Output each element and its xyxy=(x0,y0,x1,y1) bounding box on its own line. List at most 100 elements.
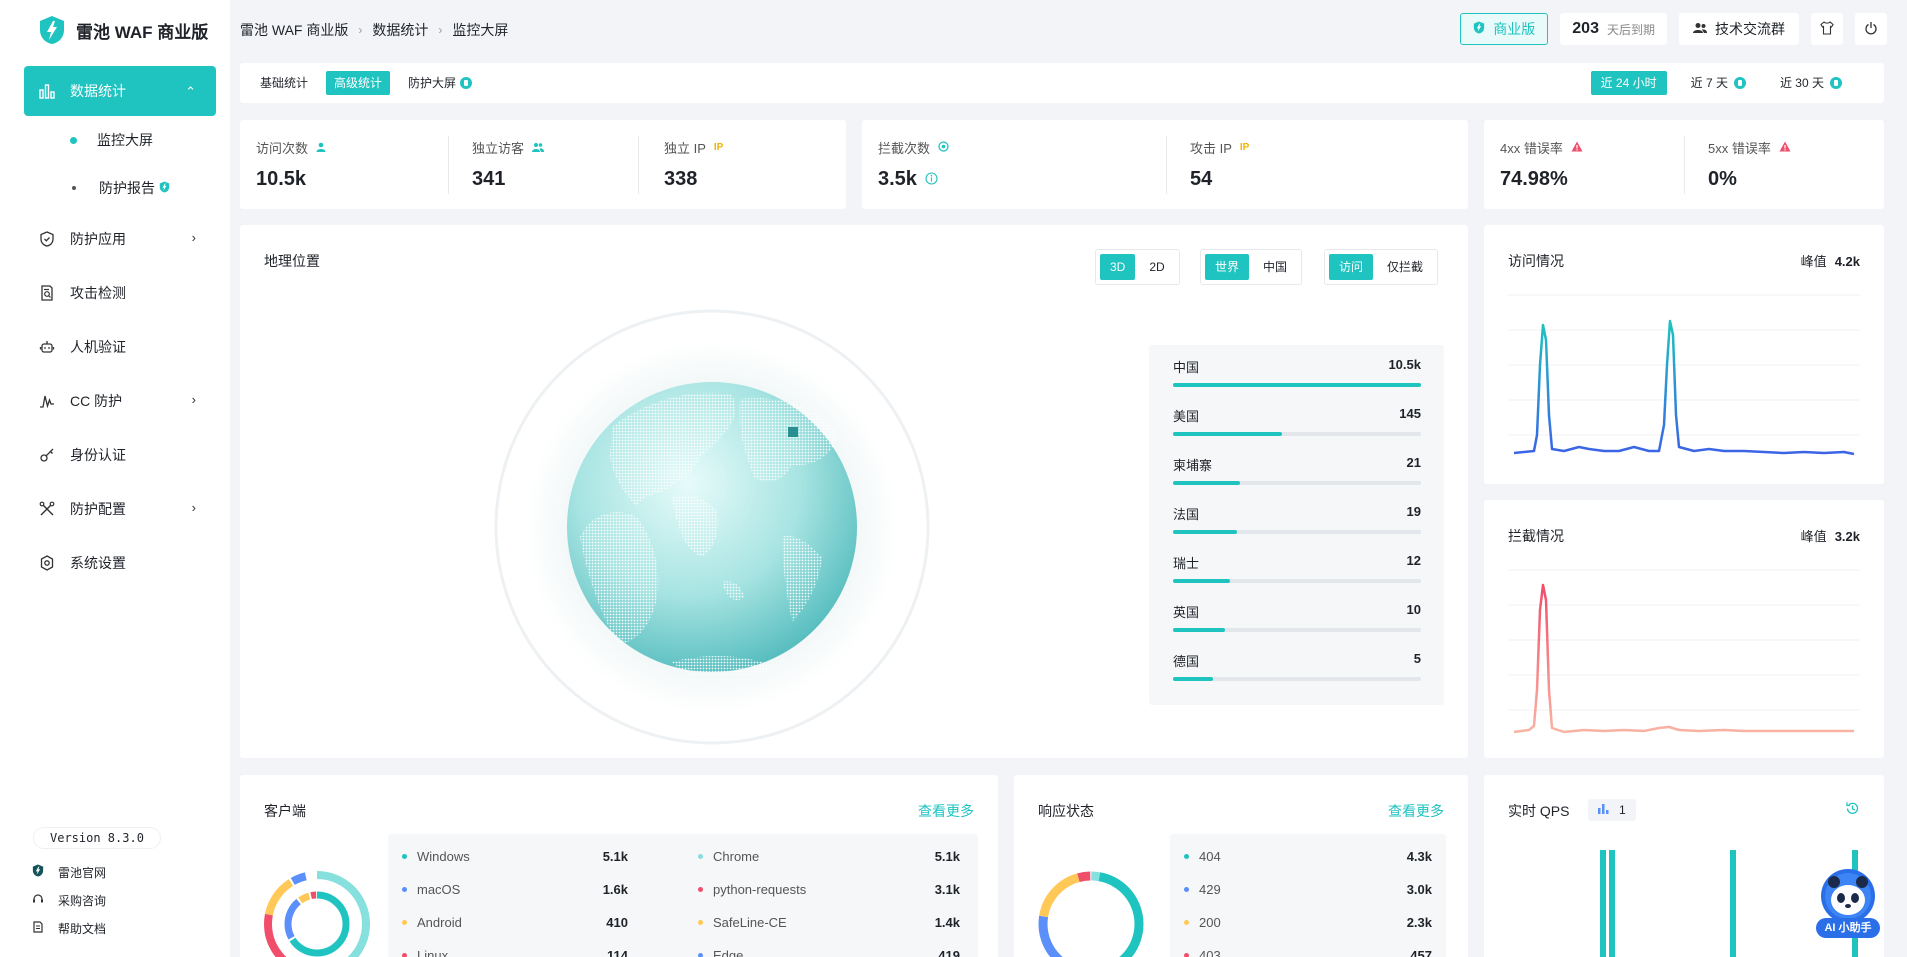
legend-dot xyxy=(1184,952,1189,957)
tools-icon xyxy=(38,500,56,518)
client-view-more-link[interactable]: 查看更多 xyxy=(918,801,974,821)
legend-dot xyxy=(698,919,703,925)
legend-value: 1.6k xyxy=(602,881,628,897)
legend-value: 1.4k xyxy=(934,914,960,930)
document-icon xyxy=(32,920,44,936)
legend-name: 403 xyxy=(1199,947,1221,957)
legend-value: 3.1k xyxy=(934,881,960,897)
sidebar-item-system-settings[interactable]: 系统设置 xyxy=(24,536,216,590)
legend-row: Android 410 xyxy=(402,912,628,932)
scope-china-button[interactable]: 中国 xyxy=(1253,254,1297,280)
shield-icon xyxy=(38,230,56,248)
legend-dot xyxy=(402,853,407,859)
tab-label: 基础统计 xyxy=(260,76,309,90)
pro-badge-icon xyxy=(1733,77,1746,89)
stat-label: 4xx 错误率 xyxy=(1500,140,1563,156)
legend-dot xyxy=(1184,919,1189,925)
range-7d[interactable]: 近 7 天 xyxy=(1681,71,1756,95)
sidebar-subitem-report[interactable]: 防护报告 xyxy=(24,164,216,212)
info-icon[interactable] xyxy=(925,168,938,191)
days-remaining: 203 xyxy=(1572,20,1599,37)
tab-protection-screen[interactable]: 防护大屏 xyxy=(400,71,480,95)
filter-blocked-button[interactable]: 仅拦截 xyxy=(1377,254,1433,280)
sidebar-item-protection-config[interactable]: 防护配置 › xyxy=(24,482,216,536)
sidebar-item-captcha[interactable]: 人机验证 xyxy=(24,320,216,374)
mode-3d-button[interactable]: 3D xyxy=(1100,254,1136,280)
brand[interactable]: 雷池 WAF 商业版 xyxy=(38,12,208,48)
country-row: 柬埔寨 21 xyxy=(1173,455,1421,485)
sidebar: 雷池 WAF 商业版 数据统计 ⌃ 监控大屏 防护报告 防护应用 › 攻击检测 … xyxy=(0,0,230,957)
stats-tabs: 基础统计 高级统计 防护大屏 xyxy=(252,71,480,95)
history-icon[interactable] xyxy=(1845,801,1860,819)
legend-dot xyxy=(698,853,703,859)
footer-link-label: 帮助文档 xyxy=(58,921,107,936)
shield-logo-icon xyxy=(32,864,44,880)
stat-value: 3.5k xyxy=(878,168,917,190)
country-bar-fill xyxy=(1173,579,1231,583)
tab-label: 高级统计 xyxy=(334,76,383,90)
sidebar-item-authentication[interactable]: 身份认证 xyxy=(24,428,216,482)
stat-value: 341 xyxy=(472,168,506,190)
footer-link-docs[interactable]: 帮助文档 xyxy=(32,914,106,942)
qps-title: 实时 QPS xyxy=(1508,803,1570,819)
divider xyxy=(1684,136,1685,194)
license-expiry: 203 天后到期 xyxy=(1560,13,1667,45)
stat-4xx-rate: 4xx 错误率 74.98% xyxy=(1500,138,1583,191)
footer-link-website[interactable]: 雷池官网 xyxy=(32,858,106,886)
sidebar-subitem-monitor[interactable]: 监控大屏 xyxy=(24,116,216,164)
bar-chart-icon xyxy=(1598,803,1609,817)
divider xyxy=(638,136,639,194)
tab-advanced[interactable]: 高级统计 xyxy=(326,71,391,95)
version-badge: Version 8.3.0 xyxy=(34,828,160,848)
ai-assistant-label: AI 小助手 xyxy=(1816,918,1880,938)
stat-label: 5xx 错误率 xyxy=(1708,140,1771,156)
legend-name: Edge xyxy=(713,947,744,957)
country-bar-fill xyxy=(1173,432,1283,436)
legend-name: 429 xyxy=(1199,881,1221,897)
scope-world-button[interactable]: 世界 xyxy=(1205,254,1250,280)
time-range-selector: 近 24 小时 近 7 天 近 30 天 xyxy=(1590,71,1852,95)
legend-row: 404 4.3k xyxy=(1184,846,1432,866)
filter-visits-button[interactable]: 访问 xyxy=(1329,254,1374,280)
logout-button[interactable] xyxy=(1855,13,1887,45)
chevron-up-icon: ⌃ xyxy=(185,84,196,99)
edition-button[interactable]: 商业版 xyxy=(1460,13,1549,45)
footer-link-purchase[interactable]: 采购咨询 xyxy=(32,886,106,914)
response-view-more-link[interactable]: 查看更多 xyxy=(1388,801,1444,821)
tab-label: 防护大屏 xyxy=(408,76,457,90)
sidebar-subitem-label: 监控大屏 xyxy=(97,132,153,148)
range-30d[interactable]: 近 30 天 xyxy=(1770,71,1852,95)
country-name: 柬埔寨 xyxy=(1173,458,1213,473)
legend-dot xyxy=(402,952,407,957)
breadcrumb: 雷池 WAF 商业版 › 数据统计 › 监控大屏 xyxy=(240,20,508,40)
range-24h[interactable]: 近 24 小时 xyxy=(1590,71,1667,95)
legend-value: 4.3k xyxy=(1406,848,1432,864)
country-name: 美国 xyxy=(1173,409,1200,424)
mode-2d-button[interactable]: 2D xyxy=(1139,254,1174,280)
breadcrumb-item[interactable]: 雷池 WAF 商业版 xyxy=(240,20,348,40)
tech-group-button[interactable]: 技术交流群 xyxy=(1679,13,1799,45)
qps-bar xyxy=(1609,850,1615,957)
client-title: 客户端 xyxy=(264,803,306,819)
theme-button[interactable] xyxy=(1811,13,1843,45)
stats-tabs-bar: 基础统计 高级统计 防护大屏 近 24 小时 近 7 天 近 30 天 xyxy=(240,63,1884,103)
country-name: 瑞士 xyxy=(1173,556,1200,571)
breadcrumb-item[interactable]: 数据统计 xyxy=(372,20,428,40)
safeline-logo-icon xyxy=(40,16,64,44)
sidebar-item-protected-apps[interactable]: 防护应用 › xyxy=(24,212,216,266)
sidebar-item-attack-detection[interactable]: 攻击检测 xyxy=(24,266,216,320)
legend-row: 200 2.3k xyxy=(1184,912,1432,932)
tab-basic[interactable]: 基础统计 xyxy=(252,71,316,95)
response-legend: 404 4.3k 429 3.0k 200 2.3k 403 457 xyxy=(1170,834,1446,957)
stat-attack-ip: 攻击 IP IP 54 xyxy=(1190,138,1249,191)
chevron-right-icon: › xyxy=(358,23,363,37)
sidebar-item-label: 人机验证 xyxy=(70,339,126,355)
sidebar-item-label: 数据统计 xyxy=(70,83,126,99)
sidebar-item-cc-protection[interactable]: CC 防护 › xyxy=(24,374,216,428)
ai-assistant-button[interactable]: AI 小助手 xyxy=(1816,868,1880,942)
legend-row: Linux 114 xyxy=(402,945,628,957)
sidebar-nav: 数据统计 ⌃ 监控大屏 防护报告 防护应用 › 攻击检测 人机验证 CC 防护 … xyxy=(24,66,216,590)
ip-tag-icon: IP xyxy=(713,141,724,153)
globe-3d[interactable] xyxy=(492,307,932,750)
sidebar-item-statistics[interactable]: 数据统计 ⌃ xyxy=(24,66,216,116)
